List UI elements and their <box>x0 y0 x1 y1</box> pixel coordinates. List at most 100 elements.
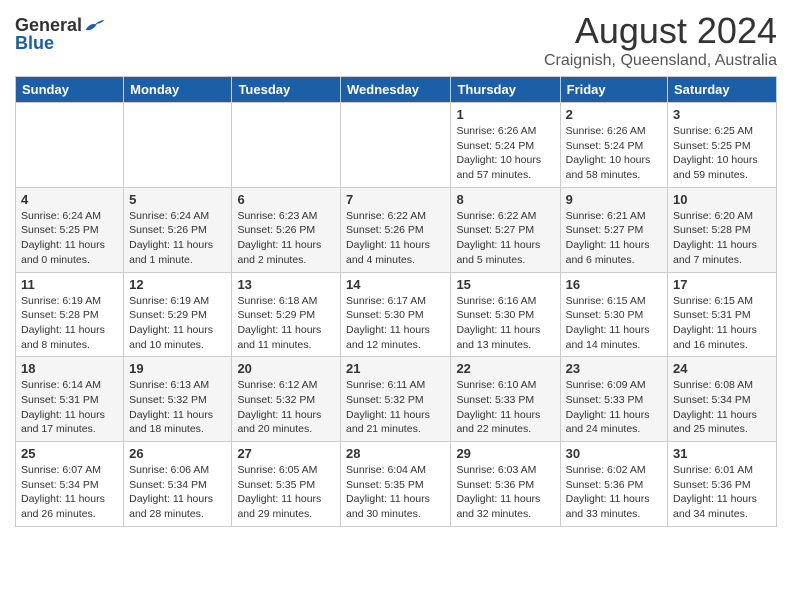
day-info: Sunrise: 6:26 AMSunset: 5:24 PMDaylight:… <box>456 124 554 183</box>
day-info: Sunrise: 6:19 AMSunset: 5:29 PMDaylight:… <box>129 294 226 353</box>
calendar-cell: 7 Sunrise: 6:22 AMSunset: 5:26 PMDaylight… <box>341 187 451 272</box>
day-info: Sunrise: 6:23 AMSunset: 5:26 PMDaylight:… <box>237 209 335 268</box>
day-number: 17 <box>673 277 771 292</box>
calendar-cell: 22 Sunrise: 6:10 AMSunset: 5:33 PMDayligh… <box>451 357 560 442</box>
col-header-monday: Monday <box>124 77 232 103</box>
day-info: Sunrise: 6:20 AMSunset: 5:28 PMDaylight:… <box>673 209 771 268</box>
day-info: Sunrise: 6:17 AMSunset: 5:30 PMDaylight:… <box>346 294 445 353</box>
day-info: Sunrise: 6:10 AMSunset: 5:33 PMDaylight:… <box>456 378 554 437</box>
day-number: 14 <box>346 277 445 292</box>
day-number: 20 <box>237 361 335 376</box>
calendar-cell: 13Sunrise: 6:18 AMSunset: 5:29 PMDayligh… <box>232 272 341 357</box>
day-info: Sunrise: 6:15 AMSunset: 5:31 PMDaylight:… <box>673 294 771 353</box>
logo: General Blue <box>15 16 106 52</box>
day-number: 8 <box>456 192 554 207</box>
calendar-cell: 27 Sunrise: 6:05 AMSunset: 5:35 PMDayligh… <box>232 442 341 527</box>
day-number: 2 <box>566 107 662 122</box>
calendar-cell <box>341 103 451 188</box>
col-header-tuesday: Tuesday <box>232 77 341 103</box>
logo-bird-icon <box>84 16 106 34</box>
col-header-friday: Friday <box>560 77 667 103</box>
logo-general-text: General <box>15 16 82 34</box>
day-info: Sunrise: 6:12 AMSunset: 5:32 PMDaylight:… <box>237 378 335 437</box>
day-number: 18 <box>21 361 118 376</box>
calendar-cell: 2 Sunrise: 6:26 AMSunset: 5:24 PMDaylight… <box>560 103 667 188</box>
day-info: Sunrise: 6:07 AMSunset: 5:34 PMDaylight:… <box>21 463 118 522</box>
day-number: 4 <box>21 192 118 207</box>
calendar-cell: 1Sunrise: 6:26 AMSunset: 5:24 PMDaylight… <box>451 103 560 188</box>
calendar-cell: 4 Sunrise: 6:24 AMSunset: 5:25 PMDaylight… <box>16 187 124 272</box>
title-block: August 2024 Craignish, Queensland, Austr… <box>544 10 777 70</box>
calendar-cell: 9 Sunrise: 6:21 AMSunset: 5:27 PMDaylight… <box>560 187 667 272</box>
day-number: 31 <box>673 446 771 461</box>
day-number: 26 <box>129 446 226 461</box>
day-info: Sunrise: 6:05 AMSunset: 5:35 PMDaylight:… <box>237 463 335 522</box>
day-info: Sunrise: 6:04 AMSunset: 5:35 PMDaylight:… <box>346 463 445 522</box>
day-number: 27 <box>237 446 335 461</box>
calendar-cell: 21Sunrise: 6:11 AMSunset: 5:32 PMDayligh… <box>341 357 451 442</box>
calendar-cell: 16 Sunrise: 6:15 AMSunset: 5:30 PMDayligh… <box>560 272 667 357</box>
calendar-cell: 20 Sunrise: 6:12 AMSunset: 5:32 PMDayligh… <box>232 357 341 442</box>
calendar-table: SundayMondayTuesdayWednesdayThursdayFrid… <box>15 76 777 527</box>
day-number: 24 <box>673 361 771 376</box>
day-number: 6 <box>237 192 335 207</box>
day-number: 3 <box>673 107 771 122</box>
day-number: 9 <box>566 192 662 207</box>
day-info: Sunrise: 6:18 AMSunset: 5:29 PMDaylight:… <box>237 294 335 353</box>
day-info: Sunrise: 6:15 AMSunset: 5:30 PMDaylight:… <box>566 294 662 353</box>
day-info: Sunrise: 6:02 AMSunset: 5:36 PMDaylight:… <box>566 463 662 522</box>
month-title: August 2024 <box>544 10 777 52</box>
day-number: 11 <box>21 277 118 292</box>
calendar-cell: 31 Sunrise: 6:01 AMSunset: 5:36 PMDayligh… <box>668 442 777 527</box>
calendar-cell: 19 Sunrise: 6:13 AMSunset: 5:32 PMDayligh… <box>124 357 232 442</box>
calendar-cell: 24 Sunrise: 6:08 AMSunset: 5:34 PMDayligh… <box>668 357 777 442</box>
calendar-cell: 29 Sunrise: 6:03 AMSunset: 5:36 PMDayligh… <box>451 442 560 527</box>
calendar-cell: 23Sunrise: 6:09 AMSunset: 5:33 PMDayligh… <box>560 357 667 442</box>
day-number: 10 <box>673 192 771 207</box>
day-number: 16 <box>566 277 662 292</box>
day-info: Sunrise: 6:24 AMSunset: 5:25 PMDaylight:… <box>21 209 118 268</box>
calendar-cell: 12 Sunrise: 6:19 AMSunset: 5:29 PMDayligh… <box>124 272 232 357</box>
day-number: 25 <box>21 446 118 461</box>
calendar-cell: 17 Sunrise: 6:15 AMSunset: 5:31 PMDayligh… <box>668 272 777 357</box>
day-number: 22 <box>456 361 554 376</box>
page-header: General Blue August 2024 Craignish, Quee… <box>15 10 777 70</box>
day-info: Sunrise: 6:22 AMSunset: 5:27 PMDaylight:… <box>456 209 554 268</box>
day-info: Sunrise: 6:21 AMSunset: 5:27 PMDaylight:… <box>566 209 662 268</box>
day-number: 21 <box>346 361 445 376</box>
calendar-cell: 6 Sunrise: 6:23 AMSunset: 5:26 PMDaylight… <box>232 187 341 272</box>
day-number: 19 <box>129 361 226 376</box>
day-info: Sunrise: 6:08 AMSunset: 5:34 PMDaylight:… <box>673 378 771 437</box>
day-info: Sunrise: 6:14 AMSunset: 5:31 PMDaylight:… <box>21 378 118 437</box>
day-info: Sunrise: 6:19 AMSunset: 5:28 PMDaylight:… <box>21 294 118 353</box>
calendar-cell <box>232 103 341 188</box>
day-info: Sunrise: 6:26 AMSunset: 5:24 PMDaylight:… <box>566 124 662 183</box>
col-header-saturday: Saturday <box>668 77 777 103</box>
calendar-cell: 11 Sunrise: 6:19 AMSunset: 5:28 PMDayligh… <box>16 272 124 357</box>
calendar-cell: 3Sunrise: 6:25 AMSunset: 5:25 PMDaylight… <box>668 103 777 188</box>
day-info: Sunrise: 6:16 AMSunset: 5:30 PMDaylight:… <box>456 294 554 353</box>
day-number: 12 <box>129 277 226 292</box>
day-info: Sunrise: 6:03 AMSunset: 5:36 PMDaylight:… <box>456 463 554 522</box>
day-number: 23 <box>566 361 662 376</box>
calendar-cell <box>124 103 232 188</box>
col-header-thursday: Thursday <box>451 77 560 103</box>
day-info: Sunrise: 6:22 AMSunset: 5:26 PMDaylight:… <box>346 209 445 268</box>
calendar-cell: 5Sunrise: 6:24 AMSunset: 5:26 PMDaylight… <box>124 187 232 272</box>
day-number: 7 <box>346 192 445 207</box>
day-info: Sunrise: 6:01 AMSunset: 5:36 PMDaylight:… <box>673 463 771 522</box>
calendar-cell: 18 Sunrise: 6:14 AMSunset: 5:31 PMDayligh… <box>16 357 124 442</box>
day-number: 30 <box>566 446 662 461</box>
calendar-cell: 30 Sunrise: 6:02 AMSunset: 5:36 PMDayligh… <box>560 442 667 527</box>
col-header-wednesday: Wednesday <box>341 77 451 103</box>
calendar-cell: 8 Sunrise: 6:22 AMSunset: 5:27 PMDaylight… <box>451 187 560 272</box>
calendar-cell: 25 Sunrise: 6:07 AMSunset: 5:34 PMDayligh… <box>16 442 124 527</box>
calendar-cell: 14 Sunrise: 6:17 AMSunset: 5:30 PMDayligh… <box>341 272 451 357</box>
calendar-cell: 28Sunrise: 6:04 AMSunset: 5:35 PMDayligh… <box>341 442 451 527</box>
logo-blue-text: Blue <box>15 34 54 52</box>
day-info: Sunrise: 6:13 AMSunset: 5:32 PMDaylight:… <box>129 378 226 437</box>
calendar-cell: 26Sunrise: 6:06 AMSunset: 5:34 PMDayligh… <box>124 442 232 527</box>
col-header-sunday: Sunday <box>16 77 124 103</box>
day-number: 29 <box>456 446 554 461</box>
day-info: Sunrise: 6:24 AMSunset: 5:26 PMDaylight:… <box>129 209 226 268</box>
